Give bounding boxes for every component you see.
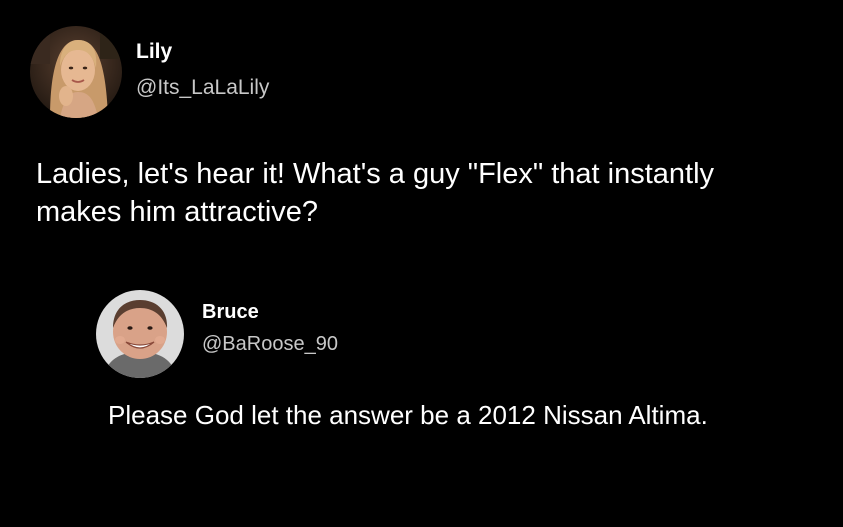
bruce-avatar[interactable] — [96, 290, 184, 378]
user-photo-icon — [96, 290, 184, 378]
lily-avatar[interactable] — [30, 26, 122, 118]
user-photo-icon — [30, 26, 122, 118]
display-name[interactable]: Bruce — [202, 301, 259, 324]
tweet-text: Ladies, let's hear it! What's a guy "Fle… — [36, 158, 715, 229]
display-name[interactable]: Lily — [136, 40, 172, 64]
tweet-text: Please God let the answer be a 2012 Niss… — [108, 400, 708, 430]
user-handle[interactable]: @Its_LaLaLily — [136, 76, 269, 100]
reply-tweet: Bruce @BaRoose_90 Please God let the ans… — [0, 280, 843, 500]
user-handle[interactable]: @BaRoose_90 — [202, 333, 338, 356]
main-tweet: Lily @Its_LaLaLily Ladies, let's hear it… — [0, 0, 843, 260]
